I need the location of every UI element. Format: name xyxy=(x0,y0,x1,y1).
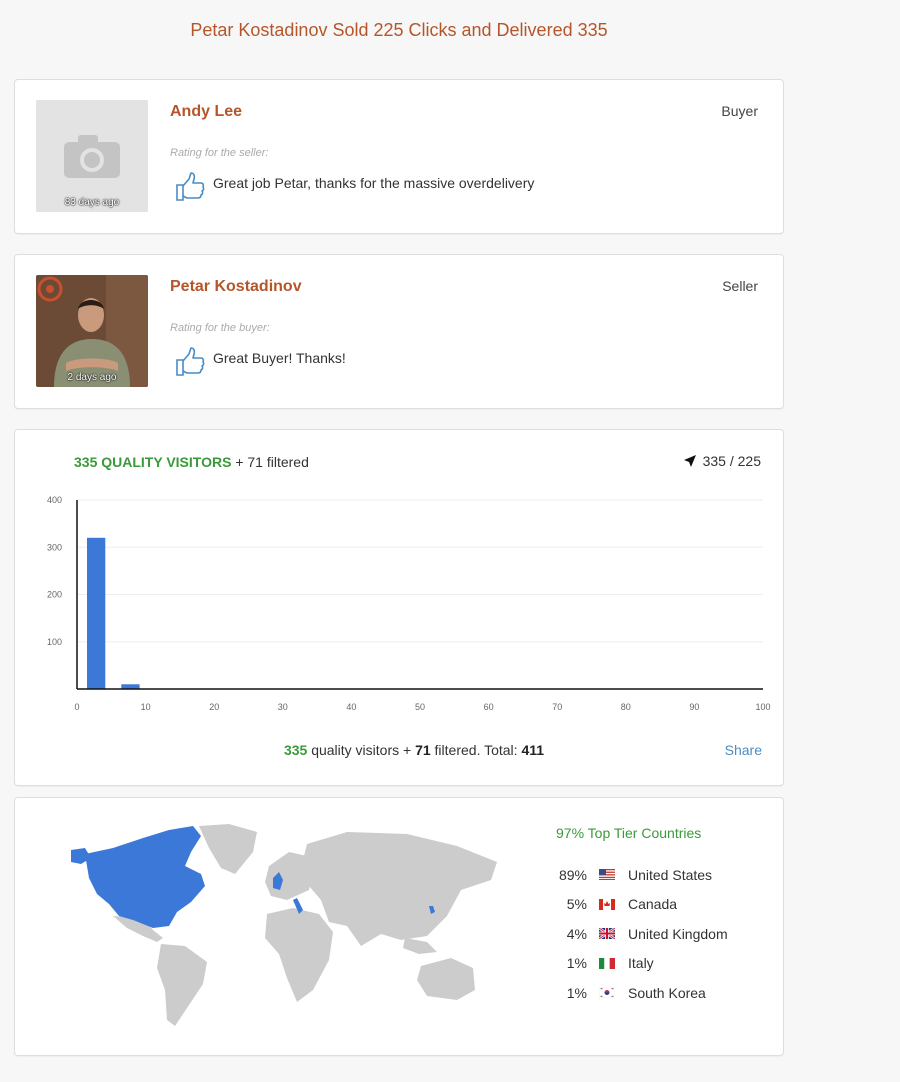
italy-flag-icon xyxy=(599,957,615,969)
country-name: South Korea xyxy=(628,984,706,1001)
delivery-ratio: 335 / 225 xyxy=(683,453,761,469)
filtered-text: filtered. Total: xyxy=(434,742,518,758)
review-card-seller: 2 days ago Petar Kostadinov Seller Ratin… xyxy=(14,254,784,409)
list-item: 1% South Korea xyxy=(545,978,728,1008)
us-flag-icon xyxy=(599,869,615,881)
x-tick-label: 30 xyxy=(278,702,288,712)
thumbs-up-icon xyxy=(176,347,205,376)
visitors-histogram: 100 200 300 400 0 10 20 30 40 50 60 70 80 90 100 xyxy=(47,495,771,712)
country-list: 89% United States 5% Canada 4% United Ki… xyxy=(545,860,728,1008)
country-percent: 5% xyxy=(566,896,587,913)
rating-caption: Rating for the buyer: xyxy=(170,322,270,334)
country-name: Canada xyxy=(628,896,678,913)
reviewer-name[interactable]: Petar Kostadinov xyxy=(170,278,302,296)
list-item: 5% Canada xyxy=(545,890,728,920)
country-percent: 1% xyxy=(566,984,587,1001)
reviewer-role: Buyer xyxy=(721,103,758,119)
review-timestamp: 2 days ago xyxy=(67,372,117,383)
share-link[interactable]: Share xyxy=(725,742,762,758)
x-tick-label: 40 xyxy=(346,702,356,712)
review-text: Great job Petar, thanks for the massive … xyxy=(213,175,535,191)
quality-visitors-label: 335 QUALITY VISITORS xyxy=(74,454,232,470)
world-map xyxy=(71,824,497,1026)
reviewer-name[interactable]: Andy Lee xyxy=(170,103,242,121)
delivery-ratio-value: 335 / 225 xyxy=(702,453,761,469)
south-korea-flag-icon xyxy=(599,987,615,999)
country-name: United Kingdom xyxy=(628,925,728,942)
country-percent: 89% xyxy=(558,866,587,883)
page-title: Petar Kostadinov Sold 225 Clicks and Del… xyxy=(190,20,608,40)
x-tick-label: 100 xyxy=(755,702,770,712)
y-tick-label: 300 xyxy=(47,542,62,552)
user-photo xyxy=(36,275,148,387)
thumbs-up-icon xyxy=(176,172,205,201)
x-tick-label: 10 xyxy=(141,702,151,712)
histogram-bar xyxy=(87,537,106,689)
x-tick-label: 0 xyxy=(74,702,79,712)
quality-value: 335 xyxy=(283,742,308,758)
list-item: 4% United Kingdom xyxy=(545,919,728,949)
country-name: Italy xyxy=(628,955,654,972)
quality-text: quality visitors + xyxy=(311,742,412,758)
y-tick-label: 100 xyxy=(47,637,62,647)
avatar: 83 days ago xyxy=(36,100,148,212)
filtered-value: 71 xyxy=(415,742,431,758)
camera-placeholder-icon xyxy=(36,100,148,212)
countries-card: 97% Top Tier Countries 89% United States… xyxy=(14,797,784,1056)
review-timestamp: 83 days ago xyxy=(64,197,120,208)
x-tick-label: 60 xyxy=(484,702,494,712)
location-arrow-icon xyxy=(683,455,696,467)
x-tick-label: 80 xyxy=(621,702,631,712)
reviewer-role: Seller xyxy=(722,278,758,294)
filtered-label: + 71 filtered xyxy=(235,454,309,470)
total-value: 411 xyxy=(521,742,545,758)
x-tick-label: 50 xyxy=(415,702,425,712)
visitors-summary: 335 quality visitors + 71 filtered. Tota… xyxy=(15,742,813,758)
uk-flag-icon xyxy=(599,928,615,940)
top-tier-header: 97% Top Tier Countries xyxy=(556,825,702,841)
canada-flag-icon xyxy=(599,898,615,910)
country-percent: 4% xyxy=(566,925,587,942)
y-tick-label: 200 xyxy=(47,590,62,600)
review-card-buyer: 83 days ago Andy Lee Buyer Rating for th… xyxy=(14,79,784,234)
review-text: Great Buyer! Thanks! xyxy=(213,350,346,366)
list-item: 1% Italy xyxy=(545,949,728,979)
avatar: 2 days ago xyxy=(36,275,148,387)
rating-caption: Rating for the seller: xyxy=(170,147,269,159)
y-tick-label: 400 xyxy=(47,495,62,505)
country-percent: 1% xyxy=(566,955,587,972)
x-tick-label: 20 xyxy=(209,702,219,712)
country-name: United States xyxy=(628,866,713,883)
visitors-card: 335 QUALITY VISITORS + 71 filtered 335 /… xyxy=(14,429,784,786)
visitors-header: 335 QUALITY VISITORS + 71 filtered xyxy=(74,454,309,470)
x-tick-label: 70 xyxy=(552,702,562,712)
x-tick-label: 90 xyxy=(689,702,699,712)
list-item: 89% United States xyxy=(545,860,728,890)
